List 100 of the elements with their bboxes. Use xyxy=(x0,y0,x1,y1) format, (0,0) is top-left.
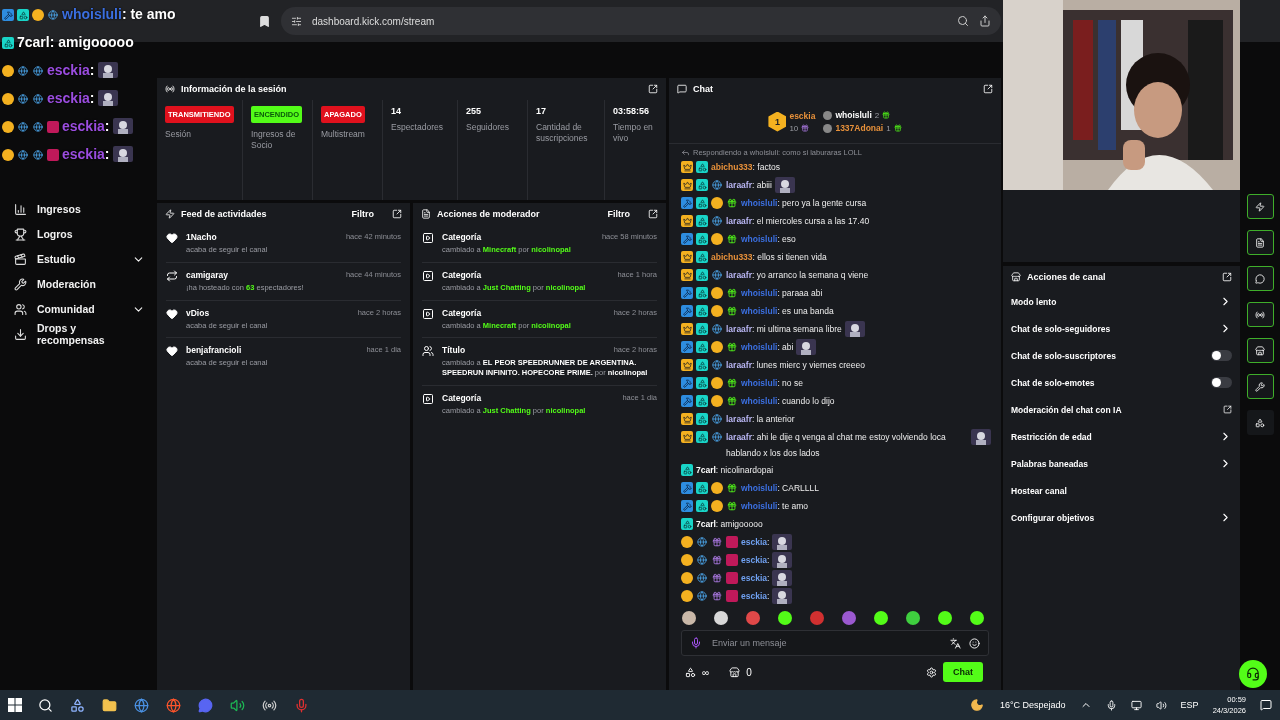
chart-icon xyxy=(14,202,27,216)
chat-bubble-icon[interactable] xyxy=(197,697,213,713)
apps-icon xyxy=(1255,417,1265,428)
emote-icon[interactable] xyxy=(713,610,729,626)
pop-out-icon[interactable] xyxy=(648,209,658,219)
globe-badge-icon xyxy=(17,121,29,133)
gift-icon xyxy=(882,111,891,119)
gift-badge-icon xyxy=(726,233,738,245)
channel-action[interactable]: Restricción de edad xyxy=(1003,423,1240,450)
points-icon xyxy=(685,666,696,678)
network-icon[interactable] xyxy=(1130,699,1142,711)
channel-action[interactable]: Modo lento xyxy=(1003,288,1240,315)
wrench-tool-button[interactable] xyxy=(1246,374,1274,399)
filter-link[interactable]: Filtro xyxy=(351,209,374,219)
sidebar-item[interactable]: Estudio xyxy=(14,250,155,268)
og-badge-icon xyxy=(681,518,693,530)
shapes-icon[interactable] xyxy=(69,697,85,713)
message-input[interactable]: Enviar un mensaje xyxy=(710,637,942,649)
browser-icon[interactable] xyxy=(165,697,181,713)
crown-badge-icon xyxy=(681,431,693,443)
site-info-icon[interactable] xyxy=(291,15,302,27)
og-badge-icon xyxy=(696,179,708,191)
speaker-icon[interactable] xyxy=(229,697,245,713)
channel-action[interactable]: Moderación del chat con IA xyxy=(1003,396,1240,423)
channel-action[interactable]: Configurar objetivos xyxy=(1003,504,1240,531)
sidebar-item[interactable]: Logros xyxy=(14,225,155,243)
tag-badge-icon xyxy=(726,590,738,602)
pop-out-icon[interactable] xyxy=(1222,272,1232,282)
channel-action[interactable]: Chat de solo-seguidores xyxy=(1003,315,1240,342)
emote-icon[interactable] xyxy=(969,610,985,626)
share-icon[interactable] xyxy=(979,15,991,27)
mic-icon[interactable] xyxy=(1105,699,1117,711)
sidebar-item[interactable]: Moderación xyxy=(14,275,155,293)
pop-out-icon[interactable] xyxy=(983,84,993,94)
hammer-badge-icon xyxy=(681,482,693,494)
sidebar-item[interactable]: Ingresos xyxy=(14,200,155,218)
channel-action[interactable]: Palabras baneadas xyxy=(1003,450,1240,477)
category-icon xyxy=(422,392,434,405)
toggle-switch[interactable] xyxy=(1211,350,1232,361)
channel-action[interactable]: Chat de solo-suscriptores xyxy=(1003,342,1240,369)
channel-action[interactable]: Hostear canal xyxy=(1003,477,1240,504)
chat-message: esckia: xyxy=(741,590,770,603)
chat-send-button[interactable]: Chat xyxy=(943,662,983,682)
emote-icon[interactable] xyxy=(905,610,921,626)
search-icon[interactable] xyxy=(957,15,969,27)
tag-badge-icon xyxy=(47,121,59,133)
emote-icon[interactable] xyxy=(777,610,793,626)
coin-badge-icon xyxy=(2,149,14,161)
sidebar-item[interactable]: Comunidad xyxy=(14,300,155,318)
support-button[interactable] xyxy=(1239,660,1267,688)
store-icon[interactable] xyxy=(729,666,741,678)
activity-tool-button[interactable] xyxy=(1246,194,1274,219)
document-tool-button[interactable] xyxy=(1246,230,1274,255)
chat-tool-button[interactable] xyxy=(1246,266,1274,291)
og-badge-icon xyxy=(2,37,14,49)
chat-message: laraafr: yo arranco la semana q viene xyxy=(726,269,869,282)
moon-icon xyxy=(969,698,984,712)
volume-icon[interactable] xyxy=(1155,699,1167,711)
globe-badge-icon xyxy=(17,93,29,105)
mic-icon[interactable] xyxy=(690,637,702,649)
gift-badge-icon xyxy=(726,500,738,512)
chat-icon xyxy=(677,84,687,94)
settings-icon[interactable] xyxy=(926,666,937,678)
channel-action[interactable]: Chat de solo-emotes xyxy=(1003,369,1240,396)
pop-out-icon[interactable] xyxy=(648,84,658,94)
folder-icon[interactable] xyxy=(101,697,117,713)
windows-start-icon[interactable] xyxy=(8,698,22,712)
globe-icon[interactable] xyxy=(133,697,149,713)
message-field[interactable]: Enviar un mensaje xyxy=(681,630,989,656)
wrench-icon xyxy=(14,277,27,291)
toggle-switch[interactable] xyxy=(1211,377,1232,388)
actions-tool-button[interactable] xyxy=(1246,338,1274,363)
notification-icon[interactable] xyxy=(1260,699,1272,711)
globe-badge-icon xyxy=(32,121,44,133)
chat-message: laraafr: lunes mierc y viernes creeeo xyxy=(726,359,865,372)
globe-badge-icon xyxy=(711,359,723,371)
broadcast-tool-button[interactable] xyxy=(1246,302,1274,327)
og-badge-icon xyxy=(696,482,708,494)
pop-out-icon[interactable] xyxy=(392,209,402,219)
emote-icon[interactable] xyxy=(681,610,697,626)
search-icon[interactable] xyxy=(37,697,53,713)
filter-link[interactable]: Filtro xyxy=(607,209,630,219)
user-name: benjafrancioli xyxy=(186,345,242,356)
emote-icon[interactable] xyxy=(873,610,889,626)
sidebar-label: Estudio xyxy=(37,253,77,265)
language-indicator[interactable]: ESP xyxy=(1180,700,1199,710)
chat-message: laraafr: el miercoles cursa a las 17.40 xyxy=(726,215,870,228)
sidebar-label: Logros xyxy=(37,228,74,240)
smile-icon[interactable] xyxy=(969,637,980,649)
stat-value: 03:58:56 xyxy=(613,106,651,116)
overlay-chat-message: esckia: xyxy=(62,146,110,162)
address-bar[interactable]: dashboard.kick.com/stream xyxy=(281,7,1001,35)
hammer-badge-icon xyxy=(681,305,693,317)
gift-badge-icon xyxy=(726,287,738,299)
bookmark-icon[interactable] xyxy=(258,14,271,28)
og-badge-icon xyxy=(696,323,708,335)
apps-tool-button[interactable] xyxy=(1246,410,1274,435)
gift-badge-icon xyxy=(726,341,738,353)
emote-icon[interactable] xyxy=(937,610,953,626)
chat-message: esckia: xyxy=(741,554,770,567)
